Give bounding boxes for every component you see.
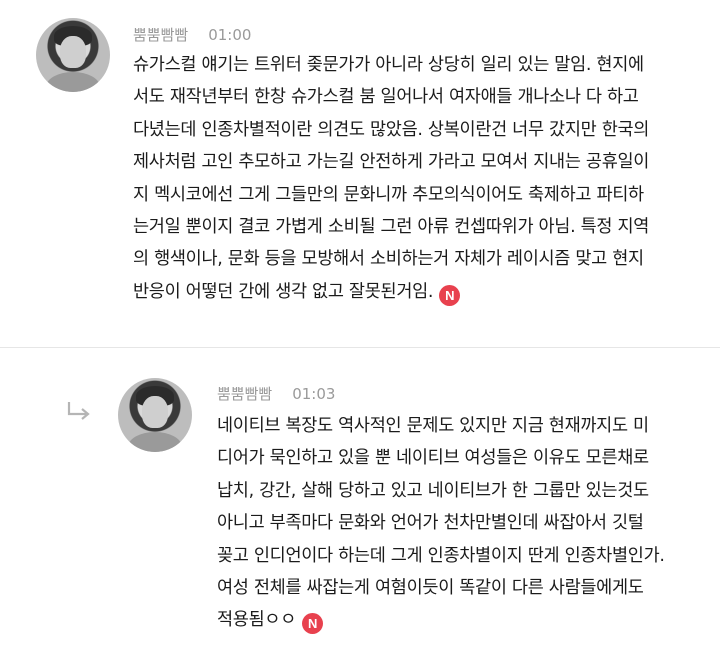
- avatar[interactable]: [118, 378, 192, 452]
- avatar[interactable]: [36, 18, 110, 92]
- reply-arrow-icon: [67, 402, 90, 420]
- username[interactable]: 뿜뿜빰빰: [217, 385, 272, 403]
- timestamp: 01:00: [208, 26, 252, 44]
- comment-body: 네이티브 복장도 역사적인 문제도 있지만 지금 현재까지도 미 디어가 묵인하…: [217, 416, 665, 631]
- new-badge-icon: N: [302, 613, 323, 635]
- comment-text: 네이티브 복장도 역사적인 문제도 있지만 지금 현재까지도 미 디어가 묵인하…: [217, 410, 665, 637]
- username[interactable]: 뿜뿜빰빰: [133, 26, 188, 44]
- comment-text: 슈가스컬 얘기는 트위터 좆문가가 아니라 상당히 일리 있는 말임. 현지에 …: [133, 49, 649, 308]
- new-badge-icon: N: [439, 284, 461, 306]
- divider: [0, 347, 720, 348]
- comment-meta: 뿜뿜빰빰 01:00: [133, 24, 251, 45]
- comment-body: 슈가스컬 얘기는 트위터 좆문가가 아니라 상당히 일리 있는 말임. 현지에 …: [133, 55, 650, 302]
- comment-meta: 뿜뿜빰빰 01:03: [217, 383, 335, 404]
- timestamp: 01:03: [292, 385, 336, 403]
